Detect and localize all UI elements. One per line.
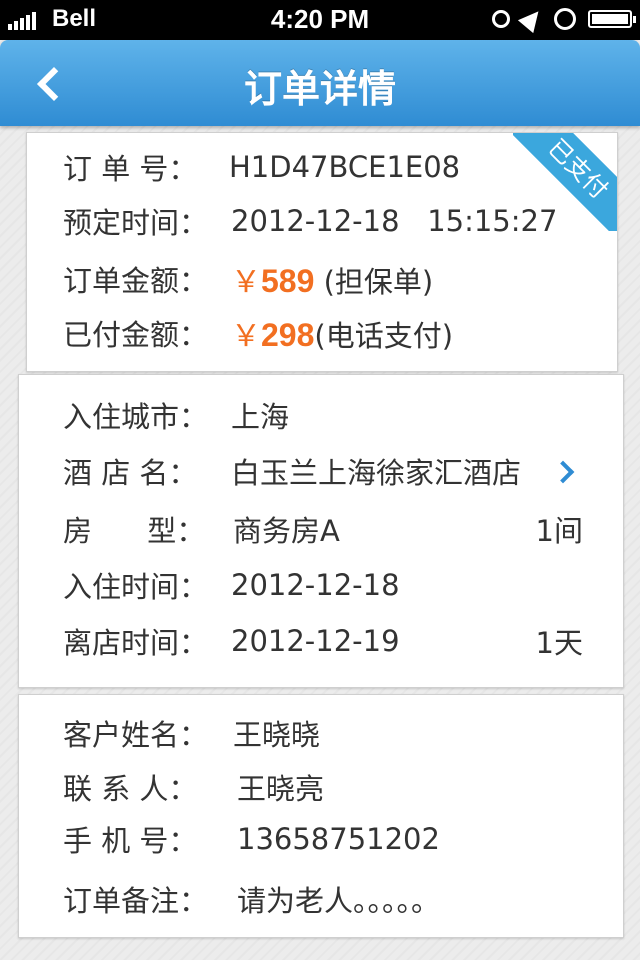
hotel-name-value[interactable]: 白玉兰上海徐家汇酒店 <box>231 450 521 492</box>
alarm-icon <box>492 10 510 28</box>
hotel-name-label: 酒 店 名： <box>63 456 198 490</box>
order-number-row: 订 单 号： H1D47BCE1E08 <box>27 147 617 187</box>
paid-amount-row: 已付金额： ￥298(电话支付) <box>27 313 617 354</box>
guest-name-row: 客户姓名： 王晓晓 <box>19 713 623 753</box>
remark-row: 订单备注： 请为老人。。。。。 <box>19 879 623 919</box>
guest-name-value: 王晓晓 <box>233 718 321 752</box>
city-label: 入住城市： <box>63 400 209 434</box>
checkin-row: 入住时间： 2012-12-18 <box>19 565 623 605</box>
order-info-card: 已支付 订 单 号： H1D47BCE1E08 预定时间： 2012-12-18… <box>26 132 618 372</box>
checkout-row: 离店时间： 2012-12-19 1天 <box>19 621 623 661</box>
order-amount-value: 589 <box>261 263 315 299</box>
remark-value: 请为老人。。。。。 <box>237 884 441 918</box>
order-number-value: H1D47BCE1E08 <box>229 150 461 184</box>
contact-value: 王晓亮 <box>237 772 325 806</box>
currency-symbol: ￥ <box>231 319 261 354</box>
room-count: 1间 <box>535 514 583 548</box>
order-amount-row: 订单金额： ￥589 (担保单) <box>27 259 617 300</box>
order-amount-note: (担保单) <box>323 265 434 299</box>
page-title: 订单详情 <box>243 67 396 111</box>
guest-name-label: 客户姓名： <box>63 718 209 752</box>
checkout-label: 离店时间： <box>63 626 209 660</box>
lock-icon <box>554 8 576 30</box>
phone-value[interactable]: 13658751202 <box>237 822 440 856</box>
contact-label: 联 系 人： <box>63 772 198 806</box>
phone-label: 手 机 号： <box>63 824 198 858</box>
checkin-label: 入住时间： <box>63 570 209 604</box>
city-value: 上海 <box>231 400 290 434</box>
hotel-info-card: 入住城市： 上海 酒 店 名： 白玉兰上海徐家汇酒店 房 型： 商务房A 1间 … <box>18 374 624 688</box>
remark-label: 订单备注： <box>63 884 209 918</box>
status-bar: Bell 4:20 PM <box>0 0 640 40</box>
phone-row: 手 机 号： 13658751202 <box>19 819 623 859</box>
location-icon <box>517 4 547 34</box>
nights-count: 1天 <box>535 626 583 660</box>
paid-amount-note: (电话支付) <box>314 319 454 353</box>
currency-symbol: ￥ <box>231 265 261 300</box>
paid-amount-label: 已付金额： <box>63 318 209 352</box>
paid-amount-value: 298 <box>261 317 315 353</box>
room-type-row: 房 型： 商务房A 1间 <box>19 509 623 549</box>
battery-icon <box>588 10 636 28</box>
order-amount-label: 订单金额： <box>63 264 209 298</box>
contact-row: 联 系 人： 王晓亮 <box>19 767 623 807</box>
room-type-value: 商务房A <box>233 514 340 548</box>
booking-time-value: 2012-12-18 15:15:27 <box>231 204 558 238</box>
chevron-right-icon[interactable] <box>551 460 575 484</box>
navigation-bar: 订单详情 <box>0 40 640 126</box>
hotel-name-row[interactable]: 酒 店 名： 白玉兰上海徐家汇酒店 <box>19 451 623 491</box>
checkin-value: 2012-12-18 <box>231 568 400 602</box>
guest-info-card: 客户姓名： 王晓晓 联 系 人： 王晓亮 手 机 号： 13658751202 … <box>18 694 624 938</box>
room-type-label: 房 型： <box>63 514 206 548</box>
order-number-label: 订 单 号： <box>63 152 198 186</box>
booking-time-label: 预定时间： <box>63 206 209 240</box>
booking-time-row: 预定时间： 2012-12-18 15:15:27 <box>27 201 617 241</box>
checkout-value: 2012-12-19 <box>231 624 400 658</box>
city-row: 入住城市： 上海 <box>19 395 623 435</box>
